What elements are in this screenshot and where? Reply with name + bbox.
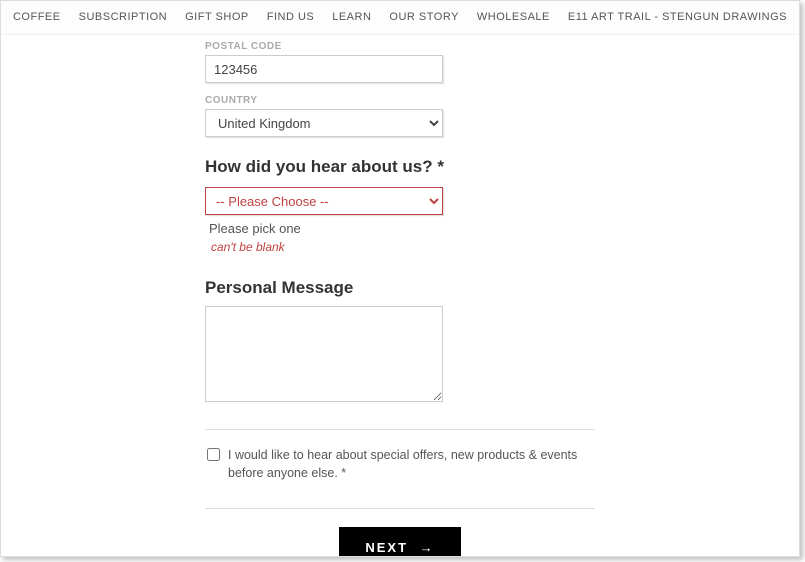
hear-about-us-error: can't be blank	[211, 240, 595, 254]
personal-message-input[interactable]	[205, 306, 443, 402]
optin-label: I would like to hear about special offer…	[228, 446, 595, 482]
country-select[interactable]: United Kingdom	[205, 109, 443, 137]
hear-about-us-heading: How did you hear about us? *	[205, 157, 595, 177]
postal-code-input[interactable]	[205, 55, 443, 83]
checkout-form: POSTAL CODE COUNTRY United Kingdom How d…	[205, 35, 595, 557]
postal-code-field: POSTAL CODE	[205, 41, 595, 83]
next-button[interactable]: NEXT →	[339, 527, 460, 557]
hear-about-us-select[interactable]: -- Please Choose --	[205, 187, 443, 215]
personal-message-section: Personal Message	[205, 278, 595, 407]
country-field: COUNTRY United Kingdom	[205, 95, 595, 137]
nav-our-story[interactable]: OUR STORY	[389, 11, 459, 23]
nav-gift-shop[interactable]: GIFT SHOP	[185, 11, 249, 23]
hear-about-us-section: How did you hear about us? * -- Please C…	[205, 157, 595, 254]
divider-top	[205, 429, 595, 430]
postal-code-label: POSTAL CODE	[205, 41, 595, 52]
nav-art-trail[interactable]: E11 ART TRAIL - STENGUN DRAWINGS	[568, 11, 787, 23]
main-nav: COFFEE SUBSCRIPTION GIFT SHOP FIND US LE…	[1, 1, 799, 35]
country-label: COUNTRY	[205, 95, 595, 106]
optin-row: I would like to hear about special offer…	[205, 442, 595, 486]
nav-find-us[interactable]: FIND US	[267, 11, 315, 23]
nav-wholesale[interactable]: WHOLESALE	[477, 11, 550, 23]
nav-subscription[interactable]: SUBSCRIPTION	[79, 11, 168, 23]
next-button-label: NEXT	[365, 540, 408, 555]
optin-checkbox[interactable]	[207, 448, 220, 461]
divider-bottom	[205, 508, 595, 509]
nav-learn[interactable]: LEARN	[332, 11, 371, 23]
nav-coffee[interactable]: COFFEE	[13, 11, 61, 23]
arrow-right-icon: →	[420, 540, 435, 555]
personal-message-heading: Personal Message	[205, 278, 595, 298]
hear-about-us-hint: Please pick one	[209, 221, 595, 236]
